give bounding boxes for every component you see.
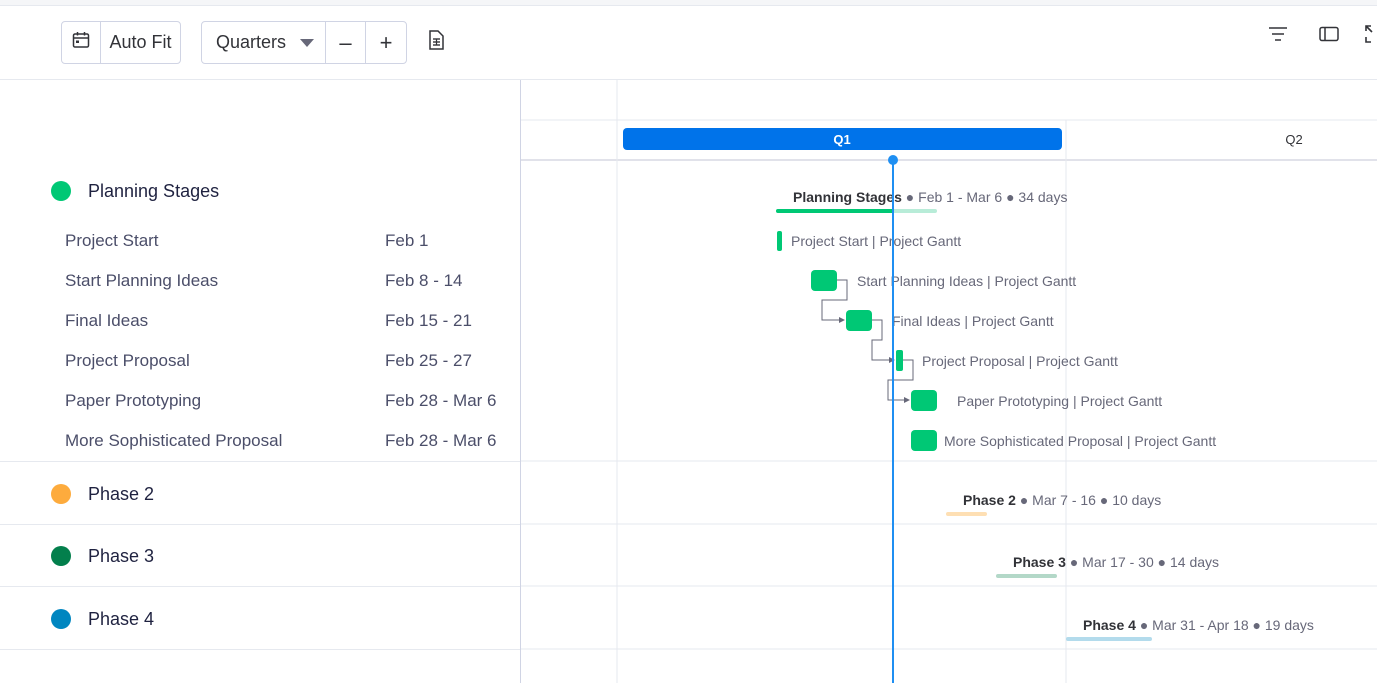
task-date: Feb 8 - 14 bbox=[385, 271, 463, 290]
auto-fit-button[interactable]: Auto Fit bbox=[101, 22, 180, 63]
timeline-canvas: Q1 Q2 Planning Stages ● Feb 1 - Mar 6 ● … bbox=[521, 80, 1377, 683]
fullscreen-button[interactable] bbox=[1364, 24, 1377, 48]
filter-button[interactable] bbox=[1266, 24, 1290, 48]
filter-icon bbox=[1268, 26, 1288, 47]
task-date: Feb 28 - Mar 6 bbox=[385, 431, 497, 450]
gantt-group-info: ● Mar 7 - 16 ● 10 days bbox=[1016, 492, 1161, 508]
task-date: Feb 28 - Mar 6 bbox=[385, 391, 497, 410]
row-divider bbox=[0, 649, 520, 650]
group-title-phase-4[interactable]: Phase 4 bbox=[88, 609, 154, 630]
gantt-group-label: Phase 4 ● Mar 31 - Apr 18 ● 19 days bbox=[1083, 617, 1314, 633]
task-bar[interactable] bbox=[811, 270, 837, 291]
task-name[interactable]: Paper Prototyping bbox=[65, 391, 201, 411]
auto-fit-group: Auto Fit bbox=[61, 21, 181, 64]
row-divider bbox=[0, 461, 520, 462]
task-bar-label: Project Start | Project Gantt bbox=[791, 233, 961, 249]
task-bar[interactable] bbox=[911, 390, 937, 411]
task-bar[interactable] bbox=[911, 430, 937, 451]
group-bar-progress[interactable] bbox=[776, 209, 894, 213]
calendar-button[interactable] bbox=[62, 22, 101, 63]
group-bar[interactable] bbox=[1066, 637, 1152, 641]
group-color-dot bbox=[51, 609, 71, 629]
gantt-group-info: ● Mar 31 - Apr 18 ● 19 days bbox=[1136, 617, 1314, 633]
gantt-group-label: Planning Stages ● Feb 1 - Mar 6 ● 34 day… bbox=[793, 189, 1067, 205]
gantt-group-name: Phase 4 bbox=[1083, 617, 1136, 633]
row-divider bbox=[0, 586, 520, 587]
gantt-group-info: ● Feb 1 - Mar 6 ● 34 days bbox=[902, 189, 1068, 205]
task-bar-label: Start Planning Ideas | Project Gantt bbox=[857, 273, 1076, 289]
task-bar[interactable] bbox=[896, 350, 903, 371]
gantt-group-info: ● Mar 17 - 30 ● 14 days bbox=[1066, 554, 1219, 570]
group-title-phase-3[interactable]: Phase 3 bbox=[88, 546, 154, 567]
task-date: Feb 1 bbox=[385, 231, 429, 250]
gantt-group-name: Phase 2 bbox=[963, 492, 1016, 508]
today-marker bbox=[888, 155, 898, 165]
task-bar-label: Paper Prototyping | Project Gantt bbox=[957, 393, 1162, 409]
q2-label: Q2 bbox=[1285, 132, 1302, 147]
task-bar-label: Final Ideas | Project Gantt bbox=[892, 313, 1054, 329]
side-panel-icon bbox=[1319, 26, 1339, 47]
caret-down-icon bbox=[300, 38, 315, 47]
task-date: Feb 15 - 21 bbox=[385, 311, 472, 330]
group-title-phase-2[interactable]: Phase 2 bbox=[88, 484, 154, 505]
task-bar-label: More Sophisticated Proposal | Project Ga… bbox=[944, 433, 1216, 449]
task-name[interactable]: Start Planning Ideas bbox=[65, 271, 218, 291]
document-icon bbox=[426, 29, 446, 56]
gantt-group-label: Phase 2 ● Mar 7 - 16 ● 10 days bbox=[963, 492, 1161, 508]
zoom-in-button[interactable]: + bbox=[366, 22, 406, 63]
dependency-arrow bbox=[871, 319, 895, 363]
group-color-dot bbox=[51, 546, 71, 566]
group-title-planning-stages[interactable]: Planning Stages bbox=[88, 181, 219, 202]
task-date: Feb 25 - 27 bbox=[385, 351, 472, 370]
expand-icon bbox=[1364, 24, 1377, 48]
export-button[interactable] bbox=[424, 29, 448, 56]
group-color-dot bbox=[51, 181, 71, 201]
row-divider bbox=[0, 524, 520, 525]
gantt-group-name: Phase 3 bbox=[1013, 554, 1066, 570]
task-name[interactable]: Project Start bbox=[65, 231, 159, 251]
task-name[interactable]: More Sophisticated Proposal bbox=[65, 431, 282, 451]
gantt-toolbar: Auto Fit Quarters – + bbox=[0, 6, 1377, 80]
group-color-dot bbox=[51, 484, 71, 504]
scale-dropdown[interactable]: Quarters bbox=[202, 22, 326, 63]
zoom-out-button[interactable]: – bbox=[326, 22, 366, 63]
gantt-timeline: Q1 Q2 Planning Stages ● Feb 1 - Mar 6 ● … bbox=[521, 80, 1377, 683]
task-name[interactable]: Project Proposal bbox=[65, 351, 190, 371]
task-list-pane: Planning Stages Project Start Feb 1 Star… bbox=[0, 80, 521, 683]
task-name[interactable]: Final Ideas bbox=[65, 311, 148, 331]
gantt-group-label: Phase 3 ● Mar 17 - 30 ● 14 days bbox=[1013, 554, 1219, 570]
gantt-group-name: Planning Stages bbox=[793, 189, 902, 205]
scale-dropdown-value: Quarters bbox=[216, 32, 287, 52]
group-bar[interactable] bbox=[946, 512, 987, 516]
q1-label: Q1 bbox=[833, 132, 850, 147]
task-bar[interactable] bbox=[777, 231, 782, 251]
task-bar[interactable] bbox=[846, 310, 872, 331]
group-bar[interactable] bbox=[996, 574, 1057, 578]
side-panel-button[interactable] bbox=[1317, 24, 1341, 48]
zoom-group: Quarters – + bbox=[201, 21, 407, 64]
calendar-icon bbox=[71, 30, 91, 55]
task-bar-label: Project Proposal | Project Gantt bbox=[922, 353, 1118, 369]
